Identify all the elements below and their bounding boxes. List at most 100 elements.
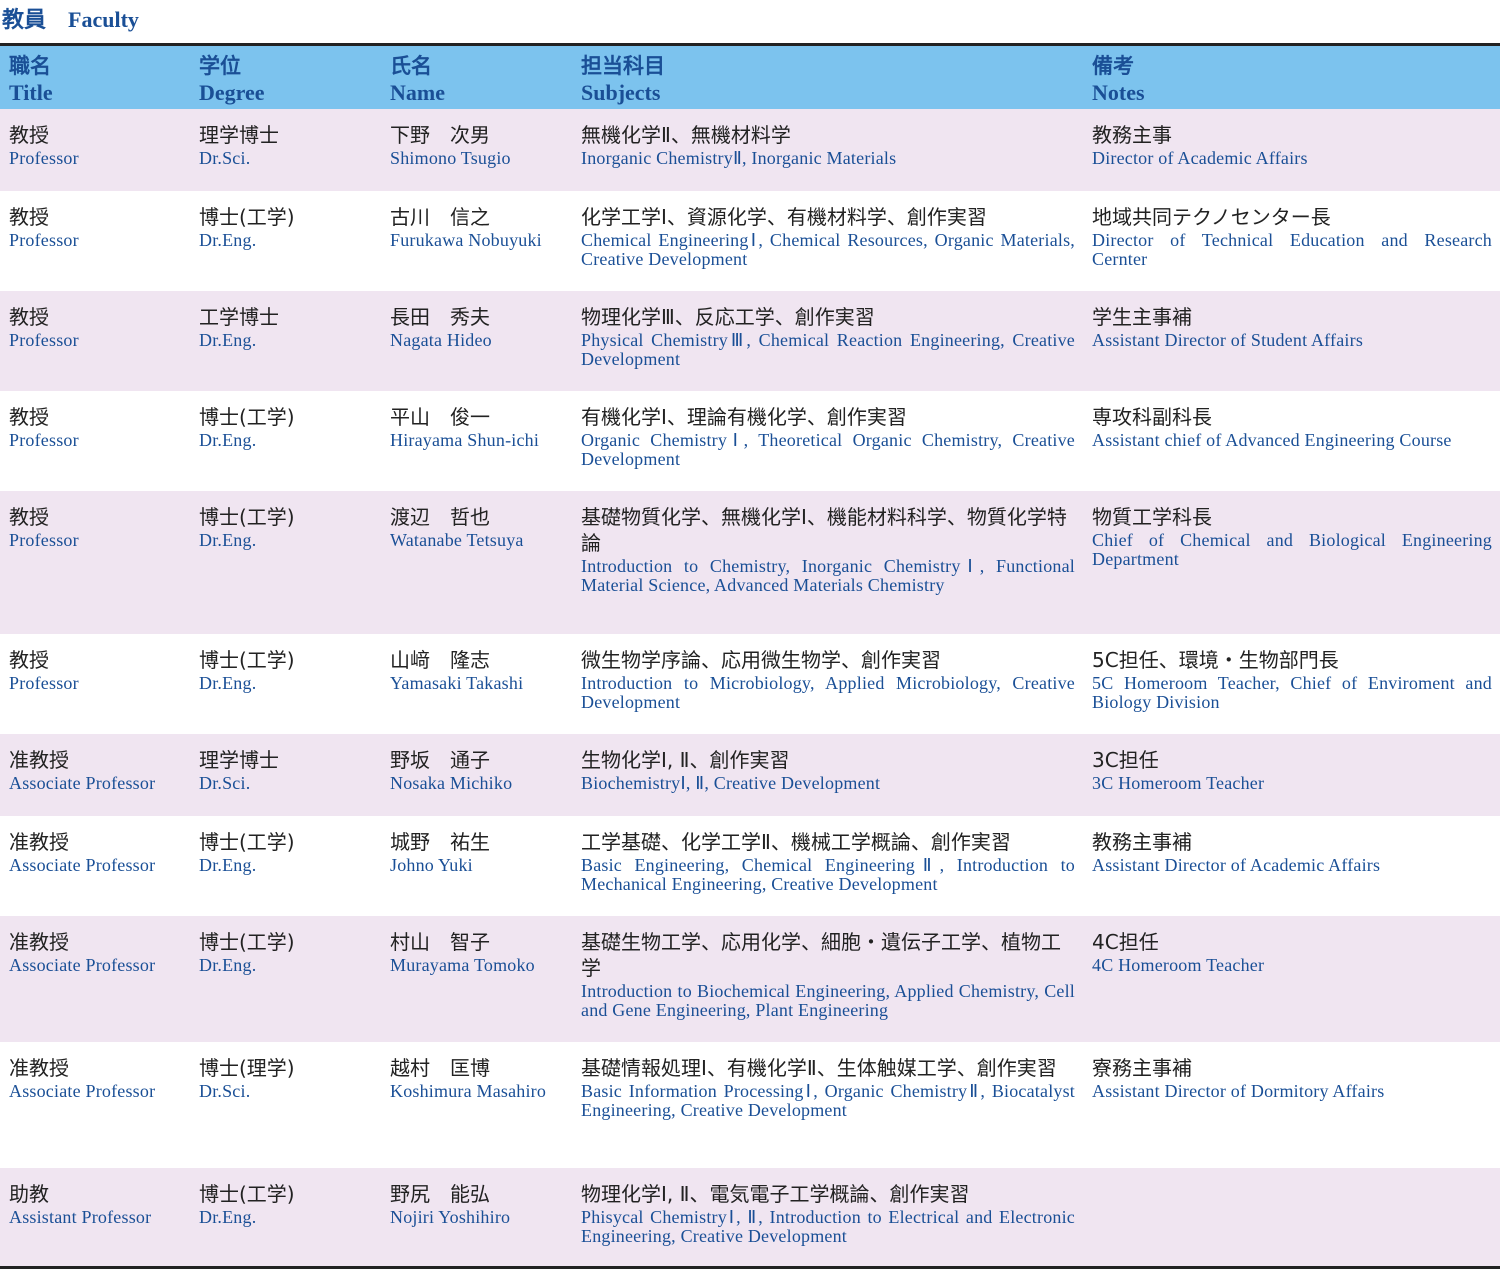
cell-name-jp: 長田 秀夫 [390,304,490,329]
cell-subjects-en: BiochemistryⅠ, Ⅱ, Creative Development [581,772,881,793]
cell-name-jp: 渡辺 哲也 [390,504,490,529]
table-row: 教授 Professor 博士(工学) Dr.Eng. 古川 信之 Furukawa No… [0,190,1500,291]
cell-degree-en: Dr.Eng. [199,1206,257,1227]
cell-title-jp: 准教授 [9,747,69,772]
cell-subjects: 微生物学序論、応用微生物学、創作実習 Introduction to Microb… [572,634,1083,734]
cell-degree-jp: 博士(工学) [199,204,295,229]
cell-degree: 博士(工学) Dr.Eng. [190,191,381,291]
cell-subjects-jp: 物理化学Ⅰ, Ⅱ、電気電子工学概論、創作実習 [581,1181,970,1206]
cell-degree-jp: 博士(工学) [199,404,295,429]
header-degree: 学位 Degree [190,45,381,109]
cell-degree: 工学博士 Dr.Eng. [190,291,381,391]
page-title-en: Faculty [68,7,139,32]
cell-title-jp: 教授 [9,504,49,529]
cell-title: 准教授 Associate Professor [0,734,190,816]
cell-subjects-en: Phisycal ChemistryⅠ, Ⅱ, Introduction to … [581,1206,1075,1246]
cell-subjects-en: Introduction to Biochemical Engineering,… [581,980,1075,1020]
cell-degree-en: Dr.Eng. [199,672,257,693]
cell-name-en: Nosaka Michiko [390,772,513,793]
cell-notes: 3C担任 3C Homeroom Teacher [1083,734,1500,816]
cell-subjects-en: Basic Engineering, Chemical EngineeringⅡ… [581,854,1075,894]
header-degree-en: Degree [199,80,265,105]
cell-title: 教授 Professor [0,109,190,191]
header-name-jp: 氏名 [390,54,432,78]
cell-notes: 寮務主事補 Assistant Director of Dormitory Aff… [1083,1042,1500,1168]
cell-subjects-jp: 生物化学Ⅰ, Ⅱ、創作実習 [581,747,790,772]
cell-subjects-en: Inorganic ChemistryⅡ, Inorganic Material… [581,147,897,168]
cell-name: 山﨑 隆志 Yamasaki Takashi [381,634,572,734]
cell-notes-en: Director of Technical Education and Rese… [1092,229,1492,269]
cell-degree-jp: 工学博士 [199,304,279,329]
cell-degree-en: Dr.Eng. [199,529,257,550]
cell-notes: 専攻科副科長 Assistant chief of Advanced Engine… [1083,391,1500,491]
cell-degree: 博士(工学) Dr.Eng. [190,491,381,634]
cell-title-jp: 助教 [9,1181,49,1206]
cell-notes-en: Assistant chief of Advanced Engineering … [1092,429,1452,450]
cell-name-en: Shimono Tsugio [390,147,511,168]
cell-degree-jp: 博士(工学) [199,647,295,672]
cell-title-en: Associate Professor [9,772,156,793]
cell-name-jp: 城野 祐生 [390,829,490,854]
cell-title-jp: 教授 [9,204,49,229]
cell-subjects-en: Basic Information ProcessingⅠ, Organic C… [581,1080,1075,1120]
cell-degree: 博士(工学) Dr.Eng. [190,916,381,1042]
header-notes-jp: 備考 [1092,54,1134,78]
cell-degree: 理学博士 Dr.Sci. [190,109,381,191]
cell-degree-en: Dr.Eng. [199,329,257,350]
cell-name-en: Hirayama Shun-ichi [390,429,540,450]
cell-subjects-jp: 化学工学Ⅰ、資源化学、有機材料学、創作実習 [581,204,987,229]
cell-title: 教授 Professor [0,191,190,291]
cell-title-jp: 准教授 [9,1055,69,1080]
cell-subjects-jp: 微生物学序論、応用微生物学、創作実習 [581,647,941,672]
cell-subjects-jp: 無機化学Ⅱ、無機材料学 [581,122,791,147]
cell-subjects-jp: 基礎情報処理Ⅰ、有機化学Ⅱ、生体触媒工学、創作実習 [581,1055,1057,1080]
cell-title-en: Professor [9,672,79,693]
cell-title-jp: 教授 [9,122,49,147]
table-row: 准教授 Associate Professor 博士(工学) Dr.Eng. 村山 智子… [0,915,1500,1042]
cell-name-en: Furukawa Nobuyuki [390,229,542,250]
cell-notes-jp: 地域共同テクノセンター長 [1092,204,1331,229]
header-notes-en: Notes [1092,80,1145,105]
header-subjects-en: Subjects [581,80,661,105]
cell-notes-jp: 物質工学科長 [1092,504,1212,529]
table-row: 助教 Assistant Professor 博士(工学) Dr.Eng. 野尻 能弘 N… [0,1167,1500,1268]
header-title-jp: 職名 [9,54,51,78]
cell-degree-jp: 理学博士 [199,122,279,147]
cell-notes-en: Assistant Director of Student Affairs [1092,329,1364,350]
header-title: 職名 Title [0,45,190,109]
cell-subjects: 有機化学Ⅰ、理論有機化学、創作実習 Organic ChemistryⅠ, The… [572,391,1083,491]
cell-name-jp: 下野 次男 [390,122,490,147]
table-row: 准教授 Associate Professor 博士(理学) Dr.Sci. 越村 匡博… [0,1041,1500,1168]
cell-name-en: Johno Yuki [390,854,473,875]
cell-notes: 学生主事補 Assistant Director of Student Affai… [1083,291,1500,391]
page-title-jp: 教員 [2,8,47,33]
cell-subjects-en: Organic ChemistryⅠ, Theoretical Organic … [581,429,1075,469]
cell-subjects: 化学工学Ⅰ、資源化学、有機材料学、創作実習 Chemical Engineerin… [572,191,1083,291]
cell-name: 村山 智子 Murayama Tomoko [381,916,572,1042]
cell-notes-jp: 寮務主事補 [1092,1055,1192,1080]
cell-degree-en: Dr.Sci. [199,772,251,793]
cell-title-en: Associate Professor [9,954,156,975]
cell-degree: 博士(理学) Dr.Sci. [190,1042,381,1168]
cell-degree-en: Dr.Eng. [199,854,257,875]
cell-title: 教授 Professor [0,391,190,491]
cell-degree-en: Dr.Eng. [199,954,257,975]
cell-title: 准教授 Associate Professor [0,916,190,1042]
cell-title-jp: 教授 [9,304,49,329]
cell-notes: 教務主事 Director of Academic Affairs [1083,109,1500,191]
table-row: 教授 Professor 工学博士 Dr.Eng. 長田 秀夫 Nagata Hideo 物… [0,290,1500,391]
cell-name-jp: 村山 智子 [390,929,490,954]
cell-title-en: Associate Professor [9,1080,156,1101]
cell-title-jp: 教授 [9,647,49,672]
cell-title: 教授 Professor [0,291,190,391]
cell-notes-jp: 3C担任 [1092,747,1159,772]
cell-name: 城野 祐生 Johno Yuki [381,816,572,916]
cell-subjects: 基礎情報処理Ⅰ、有機化学Ⅱ、生体触媒工学、創作実習 Basic Informati… [572,1042,1083,1168]
cell-name-jp: 越村 匡博 [390,1055,490,1080]
cell-notes-en: 5C Homeroom Teacher, Chief of Enviroment… [1092,672,1492,712]
cell-degree-jp: 博士(工学) [199,1181,295,1206]
cell-degree-jp: 博士(工学) [199,504,295,529]
cell-subjects: 無機化学Ⅱ、無機材料学 Inorganic ChemistryⅡ, Inorgan… [572,109,1083,191]
cell-name-jp: 古川 信之 [390,204,490,229]
cell-title-en: Professor [9,529,79,550]
